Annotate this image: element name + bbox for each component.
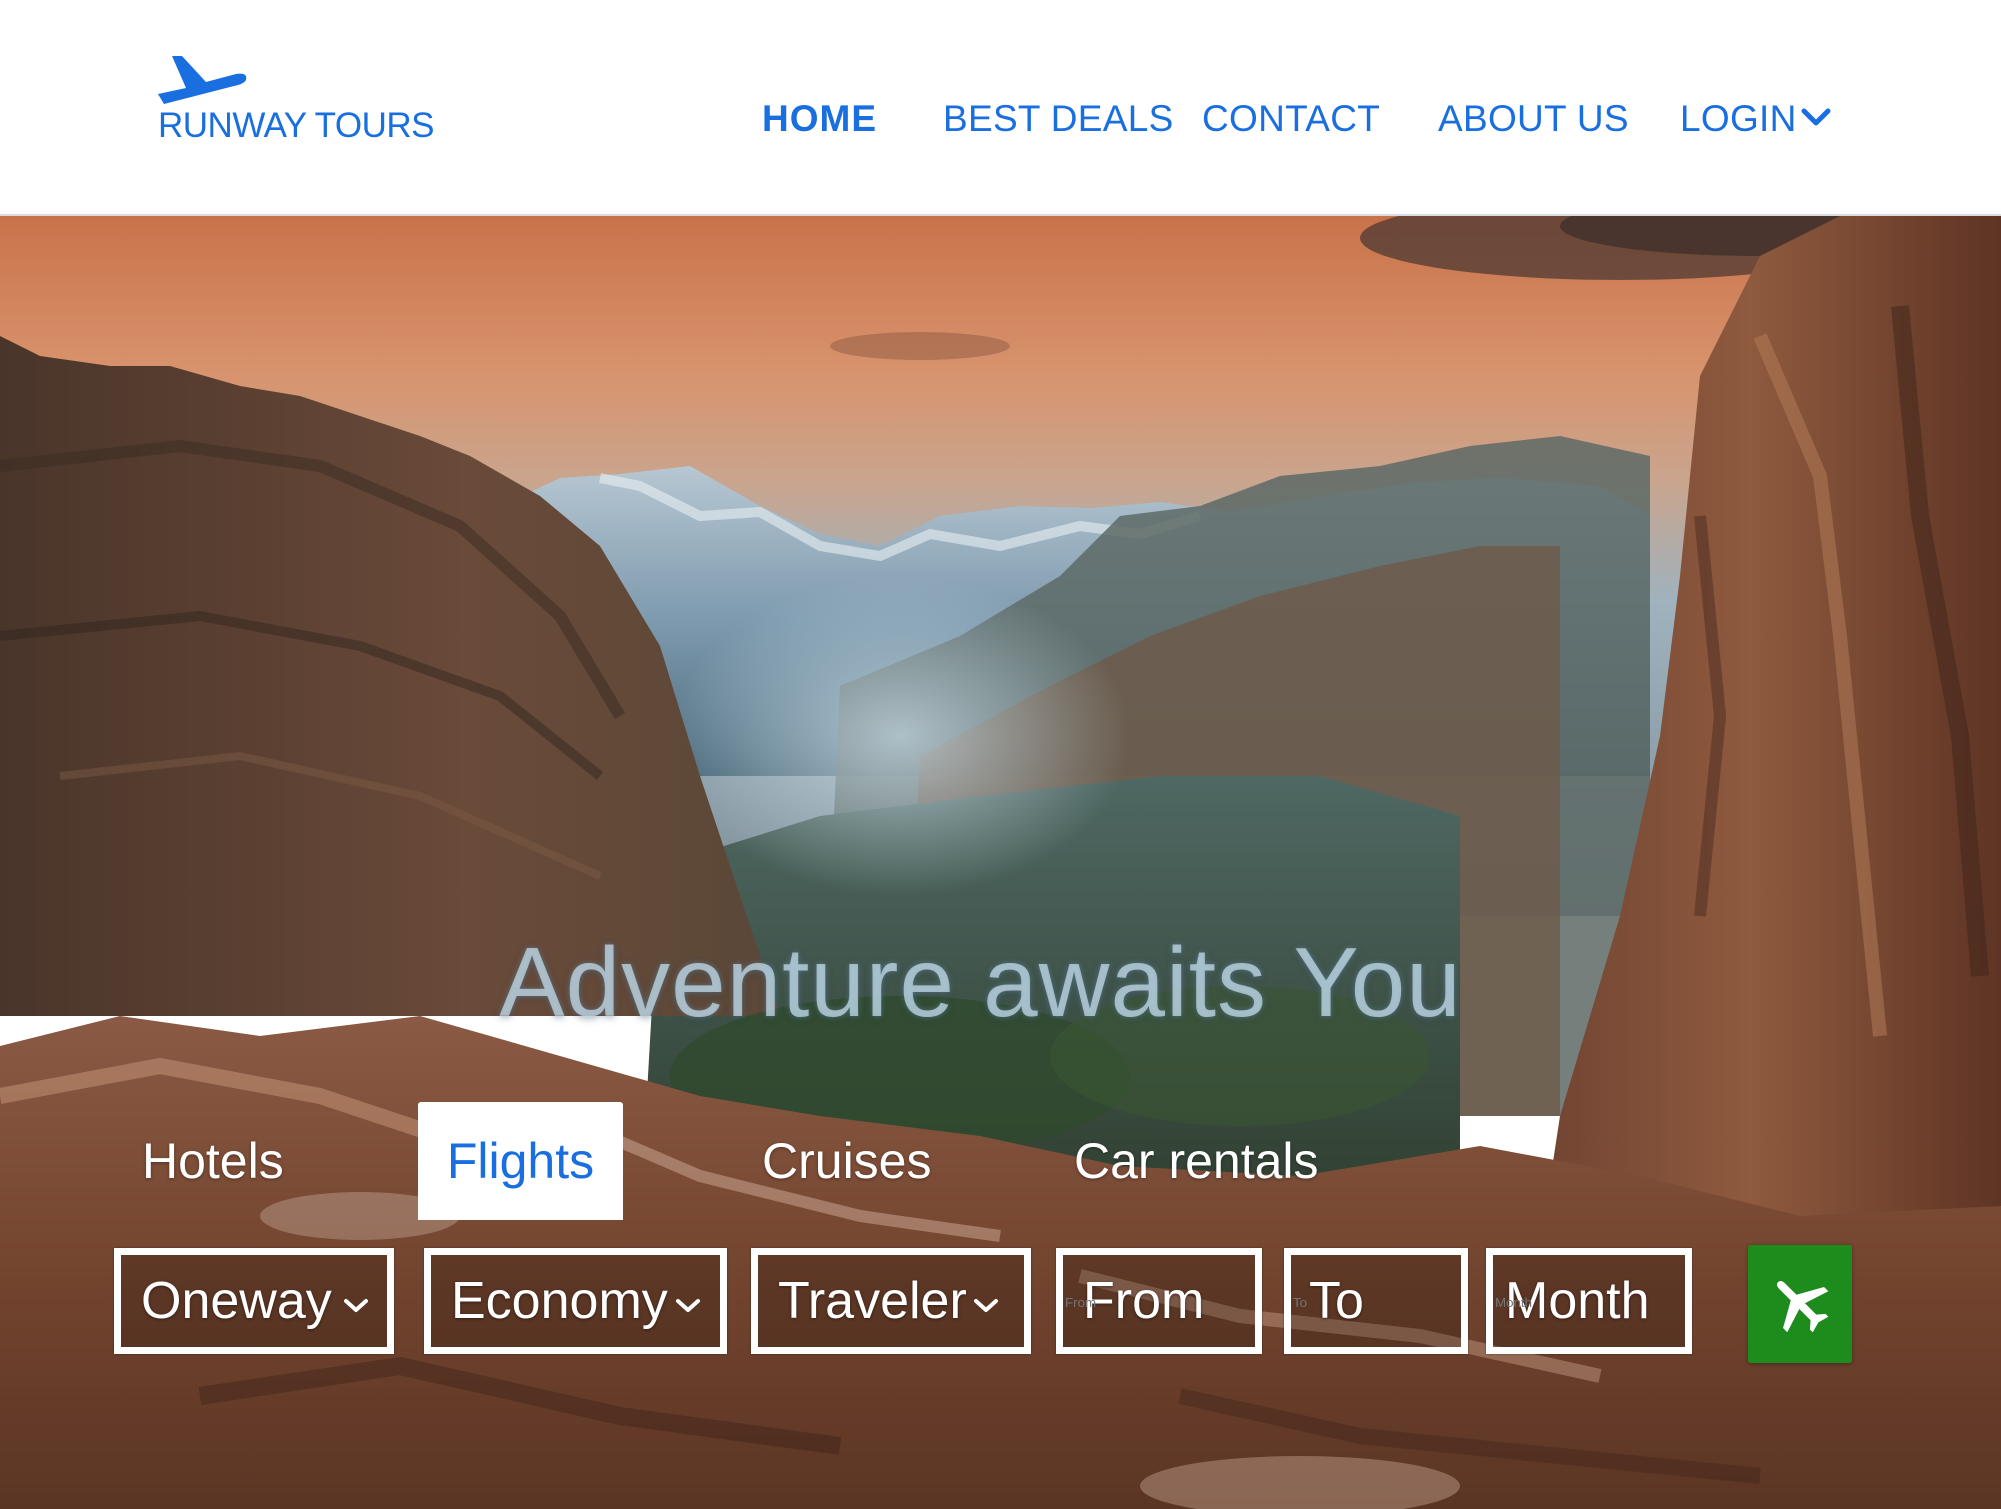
nav-best-deals[interactable]: BEST DEALS (943, 98, 1174, 140)
traveler-value: Traveler (778, 1272, 967, 1330)
tab-hotels[interactable]: Hotels (142, 1102, 284, 1220)
chevron-down-icon (344, 1299, 368, 1312)
site-header: RUNWAY TOURS HOME BEST DEALS CONTACT ABO… (0, 0, 2001, 216)
cabin-class-select[interactable]: Economy (424, 1248, 727, 1354)
airplane-icon (1776, 1280, 1829, 1333)
nav-login[interactable]: LOGIN (1680, 98, 1797, 140)
tab-flights[interactable]: Flights (418, 1102, 623, 1220)
hero-headline: Adventure awaits You (0, 926, 2001, 1039)
chevron-down-icon (676, 1299, 700, 1312)
main-nav: HOME BEST DEALS CONTACT ABOUT US LOGIN (0, 98, 2001, 148)
month-field[interactable]: Month (1486, 1248, 1692, 1354)
trip-type-value: Oneway (141, 1272, 332, 1330)
month-input[interactable] (1493, 1255, 1685, 1347)
tab-car-rentals[interactable]: Car rentals (1074, 1102, 1319, 1220)
chevron-down-icon (974, 1299, 998, 1312)
hero-banner: Adventure awaits You Hotels Flights Crui… (0, 216, 2001, 1509)
nav-about-us[interactable]: ABOUT US (1438, 98, 1629, 140)
chevron-down-icon[interactable] (1801, 107, 1831, 129)
search-flights-button[interactable] (1748, 1245, 1852, 1363)
hero-headline-text: Adventure awaits You (499, 927, 1462, 1037)
trip-type-select[interactable]: Oneway (114, 1248, 394, 1354)
tab-cruises[interactable]: Cruises (762, 1102, 931, 1220)
to-field[interactable]: To (1284, 1248, 1468, 1354)
nav-home[interactable]: HOME (762, 98, 877, 140)
to-input[interactable] (1291, 1255, 1461, 1347)
nav-contact[interactable]: CONTACT (1202, 98, 1380, 140)
traveler-select[interactable]: Traveler (751, 1248, 1031, 1354)
page: RUNWAY TOURS HOME BEST DEALS CONTACT ABO… (0, 0, 2001, 1509)
from-input[interactable] (1063, 1255, 1255, 1347)
cabin-class-value: Economy (451, 1272, 668, 1330)
from-field[interactable]: From (1056, 1248, 1262, 1354)
